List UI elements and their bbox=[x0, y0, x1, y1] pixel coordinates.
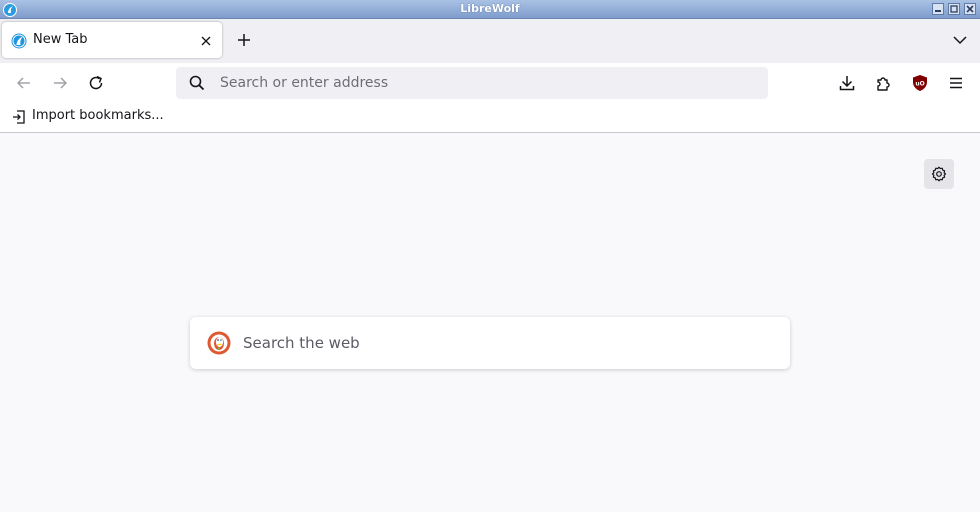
import-icon bbox=[13, 110, 25, 124]
forward-arrow-icon[interactable] bbox=[51, 74, 69, 92]
bookmarks-toolbar: Import bookmarks... bbox=[0, 103, 980, 133]
window-title: LibreWolf bbox=[460, 2, 520, 15]
navigation-toolbar: uO bbox=[0, 63, 980, 103]
close-icon bbox=[966, 5, 974, 13]
search-icon bbox=[189, 75, 205, 91]
newtab-page bbox=[0, 133, 980, 512]
ublock-origin-icon[interactable]: uO bbox=[911, 74, 929, 92]
url-input[interactable] bbox=[220, 73, 740, 93]
hamburger-menu-icon[interactable] bbox=[947, 74, 965, 92]
svg-text:uO: uO bbox=[915, 81, 924, 88]
web-search-input[interactable] bbox=[243, 331, 763, 355]
duckduckgo-logo-icon bbox=[207, 331, 231, 355]
list-all-tabs-chevron-icon[interactable] bbox=[950, 32, 970, 48]
import-bookmarks-label: Import bookmarks... bbox=[32, 108, 164, 123]
back-arrow-icon[interactable] bbox=[15, 74, 33, 92]
gear-icon bbox=[931, 166, 947, 182]
close-window-button[interactable] bbox=[964, 3, 976, 15]
downloads-icon[interactable] bbox=[838, 74, 856, 92]
minimize-button[interactable] bbox=[932, 3, 944, 15]
maximize-button[interactable] bbox=[948, 3, 960, 15]
extensions-puzzle-icon[interactable] bbox=[875, 74, 893, 92]
tab-new-tab[interactable]: New Tab bbox=[2, 22, 222, 58]
window-titlebar[interactable]: LibreWolf bbox=[0, 0, 980, 19]
librewolf-icon bbox=[11, 33, 27, 49]
address-bar[interactable] bbox=[176, 67, 768, 99]
tab-label: New Tab bbox=[33, 32, 88, 47]
tab-close-icon[interactable] bbox=[199, 33, 213, 47]
tab-strip: New Tab bbox=[0, 19, 980, 63]
new-tab-plus-icon[interactable] bbox=[234, 30, 254, 50]
reload-icon[interactable] bbox=[87, 74, 105, 92]
personalize-settings-button[interactable] bbox=[924, 159, 954, 189]
minimize-icon bbox=[935, 10, 941, 12]
web-search-box[interactable] bbox=[190, 317, 790, 369]
maximize-icon bbox=[950, 5, 958, 13]
